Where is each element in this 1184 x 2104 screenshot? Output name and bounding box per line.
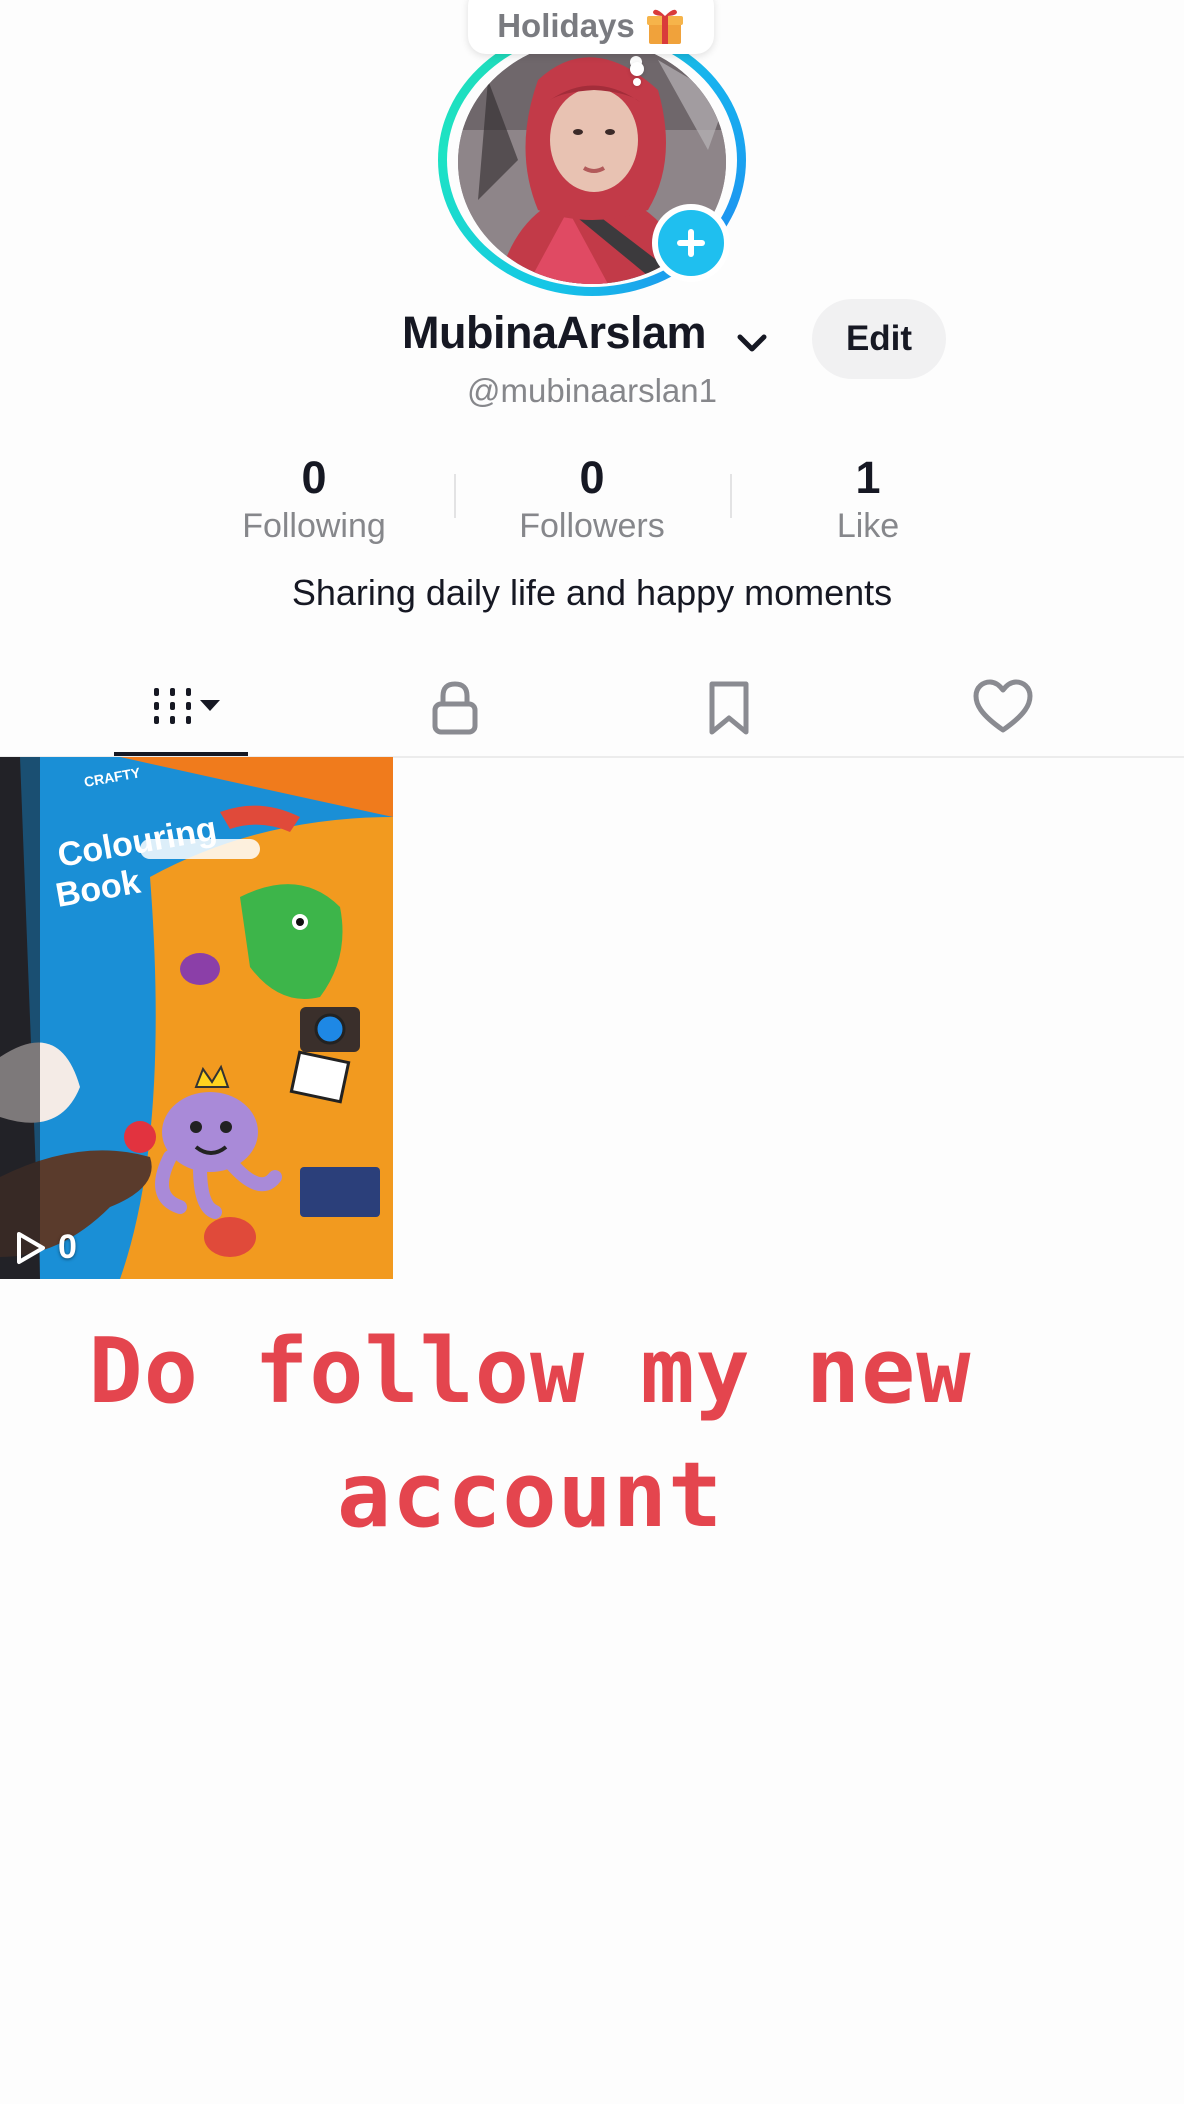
story-note-text: Holidays bbox=[497, 7, 635, 44]
story-note-tail-small bbox=[633, 78, 641, 86]
stat-following-label: Following bbox=[242, 507, 386, 545]
stat-followers-label: Followers bbox=[519, 507, 665, 545]
overlay-caption: Do follow my new account bbox=[88, 1319, 972, 1548]
bookmark-icon bbox=[709, 681, 749, 735]
lock-icon bbox=[432, 681, 478, 735]
tab-videos[interactable] bbox=[44, 660, 318, 756]
view-count: 0 bbox=[14, 1228, 77, 1267]
stat-followers[interactable]: 0 Followers bbox=[462, 452, 722, 548]
view-count-value: 0 bbox=[58, 1228, 77, 1266]
grid-icon bbox=[154, 688, 220, 724]
gift-icon bbox=[646, 9, 683, 44]
name-row: MubinaArslam Edit bbox=[0, 299, 1184, 379]
caret-down-icon bbox=[200, 700, 220, 711]
add-story-button[interactable] bbox=[652, 204, 730, 282]
play-icon bbox=[17, 1231, 45, 1264]
stat-followers-value: 0 bbox=[579, 452, 605, 503]
username-handle: @mubinaarslan1 bbox=[467, 372, 717, 409]
stat-divider bbox=[454, 474, 456, 518]
tab-private[interactable] bbox=[318, 660, 592, 756]
display-name[interactable]: MubinaArslam bbox=[402, 307, 707, 359]
story-note-tail bbox=[630, 62, 644, 76]
profile-bio: Sharing daily life and happy moments bbox=[291, 572, 893, 613]
chevron-down-icon[interactable] bbox=[732, 323, 772, 363]
stat-following[interactable]: 0 Following bbox=[184, 452, 444, 548]
active-tab-indicator bbox=[114, 752, 248, 756]
edit-profile-button[interactable]: Edit bbox=[812, 299, 946, 379]
stat-likes-value: 1 bbox=[855, 452, 881, 503]
story-note-bubble[interactable]: Holidays bbox=[468, 0, 714, 54]
video-thumbnail[interactable]: CRAFTY Colouring Book 0 bbox=[0, 757, 393, 1279]
stat-likes-label: Like bbox=[836, 507, 900, 545]
stat-following-value: 0 bbox=[301, 452, 327, 503]
video-thumbnail-image: CRAFTY Colouring Book bbox=[0, 757, 393, 1279]
profile-tabs bbox=[0, 660, 1184, 758]
stat-divider bbox=[730, 474, 732, 518]
plus-icon bbox=[677, 229, 705, 257]
tab-liked[interactable] bbox=[866, 660, 1140, 756]
stat-likes[interactable]: 1 Like bbox=[738, 452, 998, 548]
heart-icon bbox=[973, 679, 1033, 733]
tab-saved[interactable] bbox=[592, 660, 866, 756]
